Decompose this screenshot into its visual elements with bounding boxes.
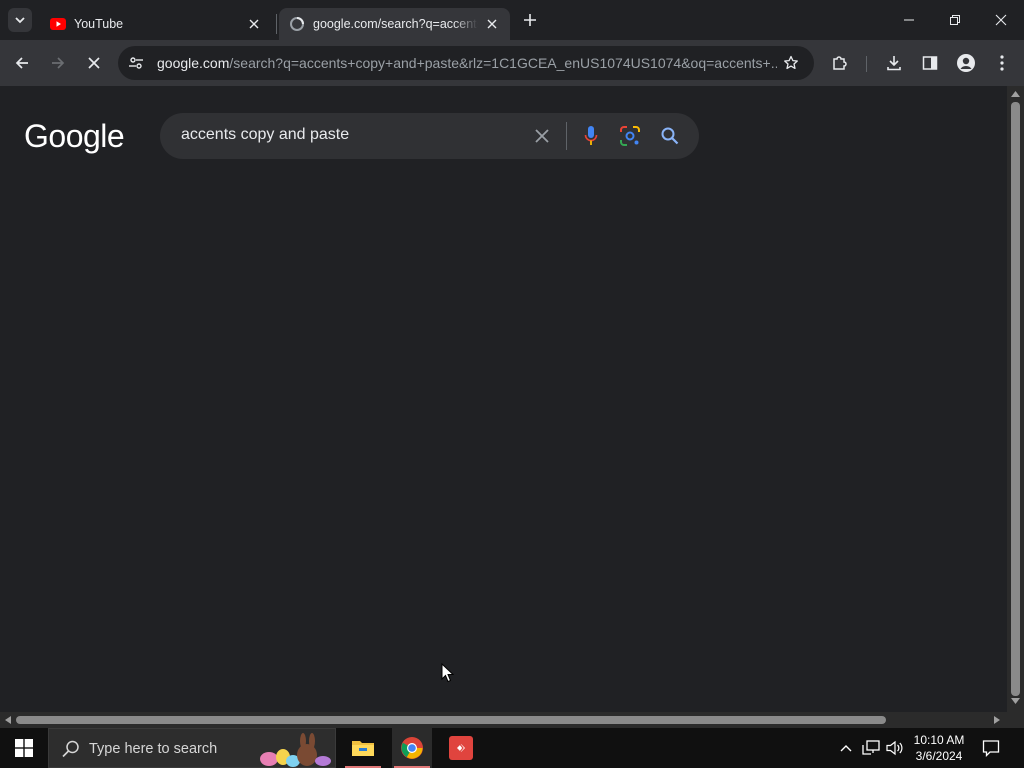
taskbar-file-explorer[interactable] [343,728,383,768]
easter-eggs-illustration-icon [260,733,331,767]
app-launcher-icon [449,736,473,760]
windows-taskbar: Type here to search 10:10 AM 3/6/2024 [0,728,1024,768]
google-lens-icon[interactable] [618,124,642,148]
search-icon [62,740,79,758]
profile-button[interactable] [952,49,980,77]
taskbar-search-box[interactable]: Type here to search [48,728,336,768]
scroll-up-arrow-icon[interactable] [1011,90,1020,97]
bookmark-star-icon[interactable] [782,54,800,72]
search-input[interactable]: accents copy and paste [181,126,349,144]
scrollbar-corner [1007,712,1024,728]
start-button[interactable] [0,728,48,768]
clear-search-icon[interactable] [530,124,554,148]
arrow-left-icon [15,57,28,69]
scroll-right-arrow-icon[interactable] [994,716,1001,724]
url-path: /search?q=accents+copy+and+paste&rlz=1C1… [229,55,777,71]
close-tab-icon[interactable] [484,16,500,32]
scroll-down-arrow-icon[interactable] [1011,698,1020,705]
vertical-scrollbar[interactable] [1007,86,1024,712]
close-window-button[interactable] [978,0,1024,40]
browser-toolbar: google.com/search?q=accents+copy+and+pas… [0,40,1024,86]
google-logo[interactable]: Google [24,118,125,155]
new-tab-button[interactable] [520,10,540,30]
vertical-scroll-thumb[interactable] [1011,102,1020,696]
menu-button[interactable] [988,49,1016,77]
download-icon [887,56,901,71]
restore-icon [950,15,960,25]
taskbar-search-placeholder: Type here to search [89,741,218,757]
clock-date: 3/6/2024 [915,749,963,763]
tab-youtube[interactable]: YouTube [40,8,272,40]
tab-title: google.com/search?q=accents+copy+and+pas… [313,17,478,31]
tab-google-search[interactable]: google.com/search?q=accents+copy+and+pas… [279,8,510,40]
stop-loading-button[interactable] [80,49,108,77]
chrome-icon [401,737,423,759]
extensions-button[interactable] [826,49,854,77]
puzzle-icon [833,56,847,70]
restore-button[interactable] [932,0,978,40]
youtube-icon [50,16,66,32]
minimize-button[interactable] [886,0,932,40]
clock-time: 10:10 AM [913,733,965,747]
url-text[interactable]: google.com/search?q=accents+copy+and+pas… [157,55,777,71]
chevron-down-icon [15,17,25,24]
screen: YouTube google.com/search?q=accents+copy… [0,0,1024,768]
show-hidden-icons-chevron-up-icon[interactable] [836,738,856,758]
side-panel-button[interactable] [916,49,944,77]
microphone-icon[interactable] [579,124,603,148]
downloads-button[interactable] [880,49,908,77]
mouse-cursor-icon [441,663,455,683]
system-clock[interactable]: 10:10 AM 3/6/2024 [904,732,974,764]
search-divider [566,122,567,150]
volume-icon[interactable] [885,738,905,758]
horizontal-scrollbar[interactable] [0,712,1007,728]
windows-logo-icon [15,739,33,757]
tab-search-button[interactable] [8,8,32,32]
search-icon[interactable] [658,124,682,148]
taskbar-app-red[interactable] [441,728,481,768]
side-panel-icon [922,56,938,70]
tab-separator [276,14,277,34]
close-tab-icon[interactable] [246,16,262,32]
notifications-icon[interactable] [980,738,1002,758]
address-bar[interactable]: google.com/search?q=accents+copy+and+pas… [118,46,814,80]
avatar-icon [957,54,975,72]
taskbar-chrome[interactable] [392,728,432,768]
arrow-right-icon [52,57,65,69]
tab-strip: YouTube google.com/search?q=accents+copy… [0,0,1024,40]
minimize-icon [904,19,914,21]
site-info-icon[interactable] [126,53,146,73]
close-icon [995,14,1007,26]
stop-icon [88,57,100,69]
loading-icon [289,16,305,32]
network-icon[interactable] [861,738,881,758]
plus-icon [524,14,536,26]
page-content: Google accents copy and paste [0,86,1007,712]
toolbar-separator [866,56,867,72]
url-host: google.com [157,55,230,71]
forward-button[interactable] [44,49,72,77]
horizontal-scroll-thumb[interactable] [16,716,886,724]
folder-icon [352,741,374,756]
back-button[interactable] [8,49,36,77]
scroll-left-arrow-icon[interactable] [4,716,11,724]
kebab-menu-icon [1000,55,1004,71]
tab-title: YouTube [74,17,124,31]
search-box[interactable]: accents copy and paste [160,113,699,159]
